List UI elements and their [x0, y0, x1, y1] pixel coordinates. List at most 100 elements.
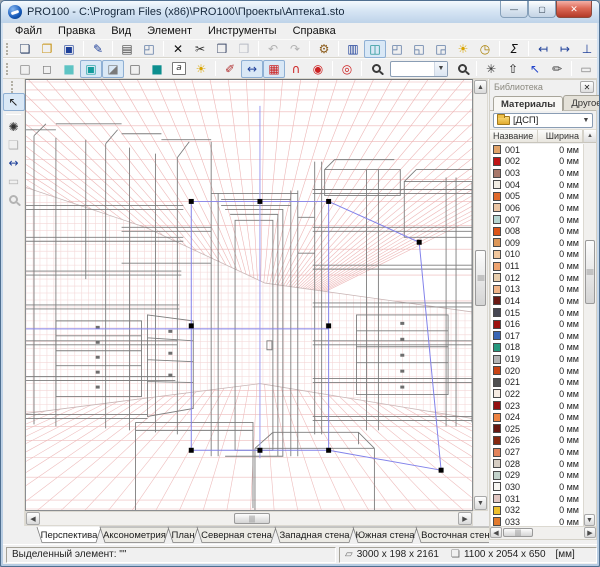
- viewport-vscrollbar[interactable]: ▲ ▼: [473, 79, 488, 511]
- magnet-button[interactable]: ∩: [285, 60, 307, 78]
- combo-dropdown-icon[interactable]: ▼: [580, 117, 592, 124]
- lighting-button[interactable]: ☀: [190, 60, 212, 78]
- walk-tool[interactable]: ✺: [3, 118, 25, 136]
- material-row[interactable]: 0090 мм: [491, 237, 583, 249]
- display-settings-button[interactable]: ▥: [342, 40, 364, 58]
- material-row[interactable]: 0040 мм: [491, 179, 583, 191]
- zoom-in-button[interactable]: [365, 60, 387, 78]
- panel-preview-button[interactable]: ◰: [386, 40, 408, 58]
- target-center-button[interactable]: ◎: [336, 60, 358, 78]
- scroll-right-icon[interactable]: ▶: [458, 512, 472, 525]
- material-row[interactable]: 0140 мм: [491, 295, 583, 307]
- material-row[interactable]: 0280 мм: [491, 458, 583, 470]
- library-tab-materials[interactable]: Материалы: [493, 96, 563, 111]
- view-tab-inactive[interactable]: Южная стена: [353, 527, 417, 543]
- library-hscrollbar[interactable]: ◀ ▶: [490, 526, 596, 539]
- print-preview-button[interactable]: ◰: [138, 40, 160, 58]
- material-row[interactable]: 0210 мм: [491, 377, 583, 389]
- select-tool[interactable]: ↖: [3, 93, 25, 111]
- delete-button[interactable]: ✕: [167, 40, 189, 58]
- dimensions-button[interactable]: ↔: [241, 60, 263, 78]
- material-row[interactable]: 0080 мм: [491, 225, 583, 237]
- material-row[interactable]: 0330 мм: [491, 516, 583, 526]
- selection-handle[interactable]: [326, 199, 331, 204]
- scroll-left-icon[interactable]: ◀: [26, 512, 40, 525]
- material-row[interactable]: 0030 мм: [491, 167, 583, 179]
- material-editor-button[interactable]: ✎: [87, 40, 109, 58]
- draw-element-button[interactable]: ✏: [546, 60, 568, 78]
- view-tab-inactive[interactable]: Западная стена: [275, 527, 354, 543]
- material-row[interactable]: 0100 мм: [491, 249, 583, 261]
- maximize-button[interactable]: ▢: [528, 1, 556, 18]
- view-wireframe-button[interactable]: □: [14, 60, 36, 78]
- new-button[interactable]: ❏: [14, 40, 36, 58]
- material-row[interactable]: 0200 мм: [491, 365, 583, 377]
- view-tab-inactive[interactable]: Северная стена: [197, 527, 276, 543]
- material-row[interactable]: 0020 мм: [491, 156, 583, 168]
- view-tab-inactive[interactable]: Восточная стена: [416, 527, 489, 543]
- selection-handle[interactable]: [417, 240, 422, 245]
- library-scroll-left-icon[interactable]: ◀: [490, 527, 502, 538]
- align-right-button[interactable]: ↦: [554, 40, 576, 58]
- view-solid-button[interactable]: ■: [146, 60, 168, 78]
- dimension-tool[interactable]: ↔: [3, 154, 25, 172]
- library-close-button[interactable]: ✕: [580, 81, 594, 93]
- material-row[interactable]: 0300 мм: [491, 481, 583, 493]
- print-button[interactable]: ▤: [116, 40, 138, 58]
- refresh-button[interactable]: ✳: [480, 60, 502, 78]
- vscroll-thumb[interactable]: [475, 250, 486, 306]
- library-scroll-right-icon[interactable]: ▶: [584, 527, 596, 538]
- selection-handle[interactable]: [326, 448, 331, 453]
- material-row[interactable]: 0250 мм: [491, 423, 583, 435]
- column-width[interactable]: Ширина: [538, 130, 583, 142]
- list-scroll-up-icon[interactable]: ▲: [583, 130, 596, 142]
- toolbar-grip[interactable]: [6, 63, 11, 75]
- selection-handle[interactable]: [189, 199, 194, 204]
- cut-button[interactable]: ✂: [189, 40, 211, 58]
- view-color-button[interactable]: ■: [58, 60, 80, 78]
- hscroll-thumb[interactable]: [234, 513, 270, 524]
- material-row[interactable]: 0260 мм: [491, 435, 583, 447]
- material-row[interactable]: 0130 мм: [491, 284, 583, 296]
- library-hscroll-thumb[interactable]: [503, 528, 533, 537]
- library-tab-other[interactable]: Другое: [563, 95, 600, 110]
- material-row[interactable]: 0320 мм: [491, 504, 583, 516]
- texture-label-button[interactable]: a: [168, 60, 190, 78]
- material-row[interactable]: 0060 мм: [491, 202, 583, 214]
- scroll-up-icon[interactable]: ▲: [474, 80, 487, 94]
- zoom-combo-dropdown-icon[interactable]: ▼: [434, 62, 447, 76]
- grid-button[interactable]: ▦: [263, 60, 285, 78]
- view-color-edges-button[interactable]: ▣: [80, 60, 102, 78]
- panel-light-button[interactable]: ☀: [452, 40, 474, 58]
- scene-svg[interactable]: [26, 80, 472, 510]
- material-row[interactable]: 0240 мм: [491, 411, 583, 423]
- view-tab-inactive[interactable]: План: [168, 527, 198, 543]
- menu-item-4[interactable]: Элемент: [139, 24, 200, 38]
- material-row[interactable]: 0010 мм: [491, 144, 583, 156]
- copy-button[interactable]: ❒: [211, 40, 233, 58]
- toolbar-grip[interactable]: [11, 81, 16, 93]
- material-scroll-down-icon[interactable]: ▼: [584, 514, 595, 526]
- scroll-down-icon[interactable]: ▼: [474, 496, 487, 510]
- menu-item-1[interactable]: Файл: [7, 24, 50, 38]
- minimize-button[interactable]: —: [500, 1, 528, 18]
- material-row[interactable]: 0180 мм: [491, 342, 583, 354]
- paint-button[interactable]: ✐: [219, 60, 241, 78]
- material-row[interactable]: 0290 мм: [491, 470, 583, 482]
- align-bottom-button[interactable]: ⊥: [576, 40, 598, 58]
- column-name[interactable]: Название: [490, 130, 538, 142]
- open-button[interactable]: ❐: [36, 40, 58, 58]
- menu-item-6[interactable]: Справка: [285, 24, 344, 38]
- selection-handle[interactable]: [326, 323, 331, 328]
- material-row[interactable]: 0190 мм: [491, 353, 583, 365]
- view-tab-active[interactable]: Перспектива: [37, 527, 101, 543]
- material-row[interactable]: 0310 мм: [491, 493, 583, 505]
- panel-report-button[interactable]: ◷: [474, 40, 496, 58]
- close-button[interactable]: ✕: [556, 1, 592, 18]
- material-list-scrollbar[interactable]: ▼: [583, 144, 596, 526]
- titlebar[interactable]: PRO100 - C:\Program Files (x86)\PRO100\П…: [1, 1, 599, 23]
- viewport-3d[interactable]: [25, 79, 473, 511]
- view-transparent-button[interactable]: ◪: [102, 60, 124, 78]
- selection-handle[interactable]: [439, 468, 444, 473]
- selection-handle[interactable]: [257, 199, 262, 204]
